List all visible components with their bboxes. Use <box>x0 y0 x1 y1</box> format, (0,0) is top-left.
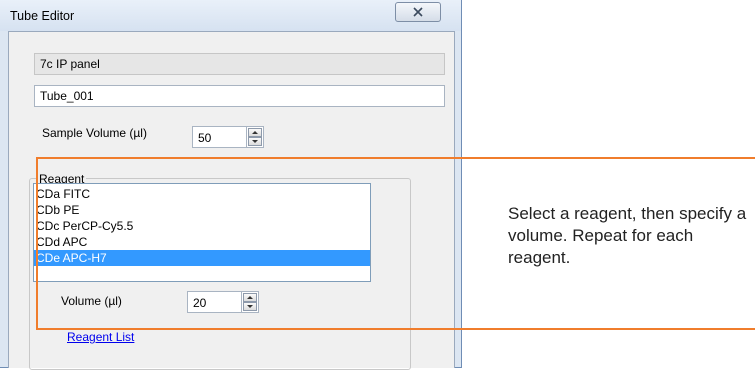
sample-volume-down-button[interactable] <box>248 137 262 146</box>
tube-editor-window: Tube Editor 7c IP panel Tube_001 Sample … <box>0 0 462 370</box>
reagent-volume-stepper <box>242 291 259 313</box>
reagent-volume-input[interactable]: 20 <box>187 291 242 313</box>
reagent-volume-down-button[interactable] <box>243 302 257 311</box>
reagent-list-link[interactable]: Reagent List <box>67 330 134 344</box>
tube-name-input[interactable]: Tube_001 <box>34 85 445 107</box>
sample-volume-label: Sample Volume (µl) <box>42 126 147 140</box>
callout-text: Select a reagent, then specify a volume.… <box>508 204 747 267</box>
panel-name-field: 7c IP panel <box>34 53 445 75</box>
window-title: Tube Editor <box>10 9 75 23</box>
sample-volume-up-button[interactable] <box>248 128 262 137</box>
list-item[interactable]: CDa FITC <box>34 186 370 202</box>
title-bar[interactable]: Tube Editor <box>0 0 461 31</box>
close-button[interactable] <box>395 2 441 22</box>
list-item[interactable]: CDc PerCP-Cy5.5 <box>34 218 370 234</box>
volume-label: Volume (µl) <box>61 294 122 308</box>
list-item[interactable]: CDb PE <box>34 202 370 218</box>
list-item[interactable]: CDd APC <box>34 234 370 250</box>
list-item-selected[interactable]: CDe APC-H7 <box>34 250 370 266</box>
sample-volume-stepper <box>247 126 264 148</box>
close-icon <box>413 7 423 17</box>
sample-volume-input[interactable]: 50 <box>192 126 247 148</box>
reagent-listbox[interactable]: CDa FITC CDb PE CDc PerCP-Cy5.5 CDd APC … <box>33 183 371 282</box>
dialog-body: 7c IP panel Tube_001 Sample Volume (µl) … <box>8 31 455 370</box>
reagent-volume-up-button[interactable] <box>243 293 257 302</box>
